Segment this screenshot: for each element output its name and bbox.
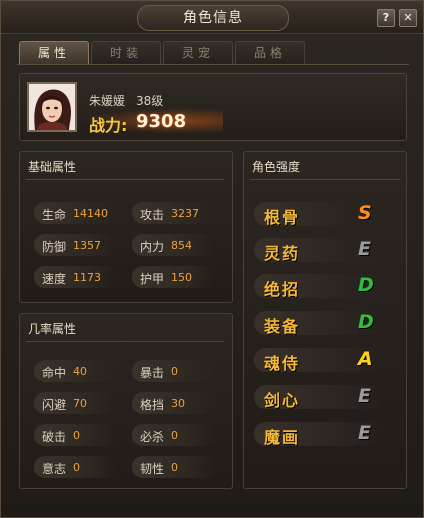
strength-label: 绝招 [264,280,301,299]
stat-label: 暴击 [140,366,165,380]
strength-row[interactable]: 魔画 E [254,422,384,447]
stat-label: 必杀 [140,430,165,444]
strength-label: 魂侍 [264,354,301,373]
divider [26,341,224,342]
stat-defense: 防御 1357 [34,234,117,256]
basic-attributes-title: 基础属性 [28,160,77,174]
strength-row[interactable]: 灵药 E [254,238,384,263]
strength-label: 装备 [264,317,301,336]
stat-crit: 暴击 0 [132,360,215,382]
stat-label: 闪避 [42,398,67,412]
strength-grade: E [358,422,371,444]
stat-deadly: 必杀 0 [132,424,215,446]
strength-row[interactable]: 剑心 E [254,385,384,410]
strength-row[interactable]: 根骨 S [254,202,384,227]
stat-value: 0 [171,461,178,474]
title-bar[interactable]: 角色信息 ? ✕ [1,1,423,34]
stat-label: 命中 [42,366,67,380]
stat-block: 格挡 30 [132,392,215,414]
strength-label: 剑心 [264,391,301,410]
stat-value: 0 [73,461,80,474]
tab-fashion[interactable]: 时装 [91,41,161,65]
tab-grade[interactable]: 品格 [235,41,305,65]
stat-value: 1357 [73,239,101,252]
stat-break: 破击 0 [34,424,117,446]
stat-label: 攻击 [140,208,165,222]
strength-row[interactable]: 装备 D [254,311,384,336]
stat-value: 0 [73,429,80,442]
character-info-window: 角色信息 ? ✕ 属性 时装 灵宠 品格 朱媛媛 38级 战力: 9308 基础… [0,0,424,518]
strength-panel: 角色强度 根骨 S 灵药 E 绝招 D 装备 D 魂侍 A 剑心 E 魔画 E [243,151,407,489]
stat-value: 0 [171,429,178,442]
stat-armor: 护甲 150 [132,266,215,288]
stat-label: 速度 [42,272,67,286]
strength-label: 根骨 [264,208,301,227]
character-level: 38级 [136,94,164,108]
strength-grade: E [358,385,371,407]
character-portrait[interactable] [27,82,77,132]
stat-label: 生命 [42,208,67,222]
stat-label: 护甲 [140,272,165,286]
stat-hp: 生命 14140 [34,202,117,224]
stat-label: 韧性 [140,462,165,476]
stat-value: 40 [73,365,87,378]
stat-value: 70 [73,397,87,410]
strength-grade: A [358,348,373,370]
tab-attributes[interactable]: 属性 [19,41,89,65]
divider [26,179,224,180]
stat-value: 854 [171,239,192,252]
strength-row[interactable]: 魂侍 A [254,348,384,373]
strength-row[interactable]: 绝招 D [254,274,384,299]
stat-label: 防御 [42,240,67,254]
stat-hit: 命中 40 [34,360,117,382]
stat-value: 150 [171,271,192,284]
stat-attack: 攻击 3237 [132,202,215,224]
rate-attributes-panel: 几率属性 命中 40 暴击 0 闪避 70 格挡 30 破击 0 必杀 0 意志… [19,313,233,489]
strength-grade: E [358,238,371,260]
stat-value: 0 [171,365,178,378]
stat-value: 14140 [73,207,108,220]
stat-value: 30 [171,397,185,410]
help-icon[interactable]: ? [377,9,395,27]
stat-label: 内力 [140,240,165,254]
stat-value: 3237 [171,207,199,220]
stat-toughness: 韧性 0 [132,456,215,478]
power-label: 战力: [89,116,128,135]
stat-value: 1173 [73,271,101,284]
strength-grade: D [358,274,374,296]
stat-label: 格挡 [140,398,165,412]
divider [250,179,400,180]
stat-speed: 速度 1173 [34,266,117,288]
basic-attributes-panel: 基础属性 生命 14140 攻击 3237 防御 1357 内力 854 速度 … [19,151,233,303]
stat-inner-power: 内力 854 [132,234,215,256]
window-title: 角色信息 [137,5,289,31]
strength-title: 角色强度 [252,160,301,174]
strength-grade: D [358,311,374,333]
strength-grade: S [358,202,372,224]
close-icon[interactable]: ✕ [399,9,417,27]
character-name: 朱媛媛 [89,94,126,108]
stat-will: 意志 0 [34,456,117,478]
tab-bar: 属性 时装 灵宠 品格 [19,41,409,65]
rate-attributes-title: 几率属性 [28,322,77,336]
stat-label: 意志 [42,462,67,476]
tab-divider [17,64,409,65]
tab-pet[interactable]: 灵宠 [163,41,233,65]
strength-label: 灵药 [264,244,301,263]
power-value: 9308 [136,111,187,132]
stat-dodge: 闪避 70 [34,392,117,414]
character-summary: 朱媛媛 38级 战力: 9308 [19,73,407,141]
strength-label: 魔画 [264,428,301,447]
stat-label: 破击 [42,430,67,444]
